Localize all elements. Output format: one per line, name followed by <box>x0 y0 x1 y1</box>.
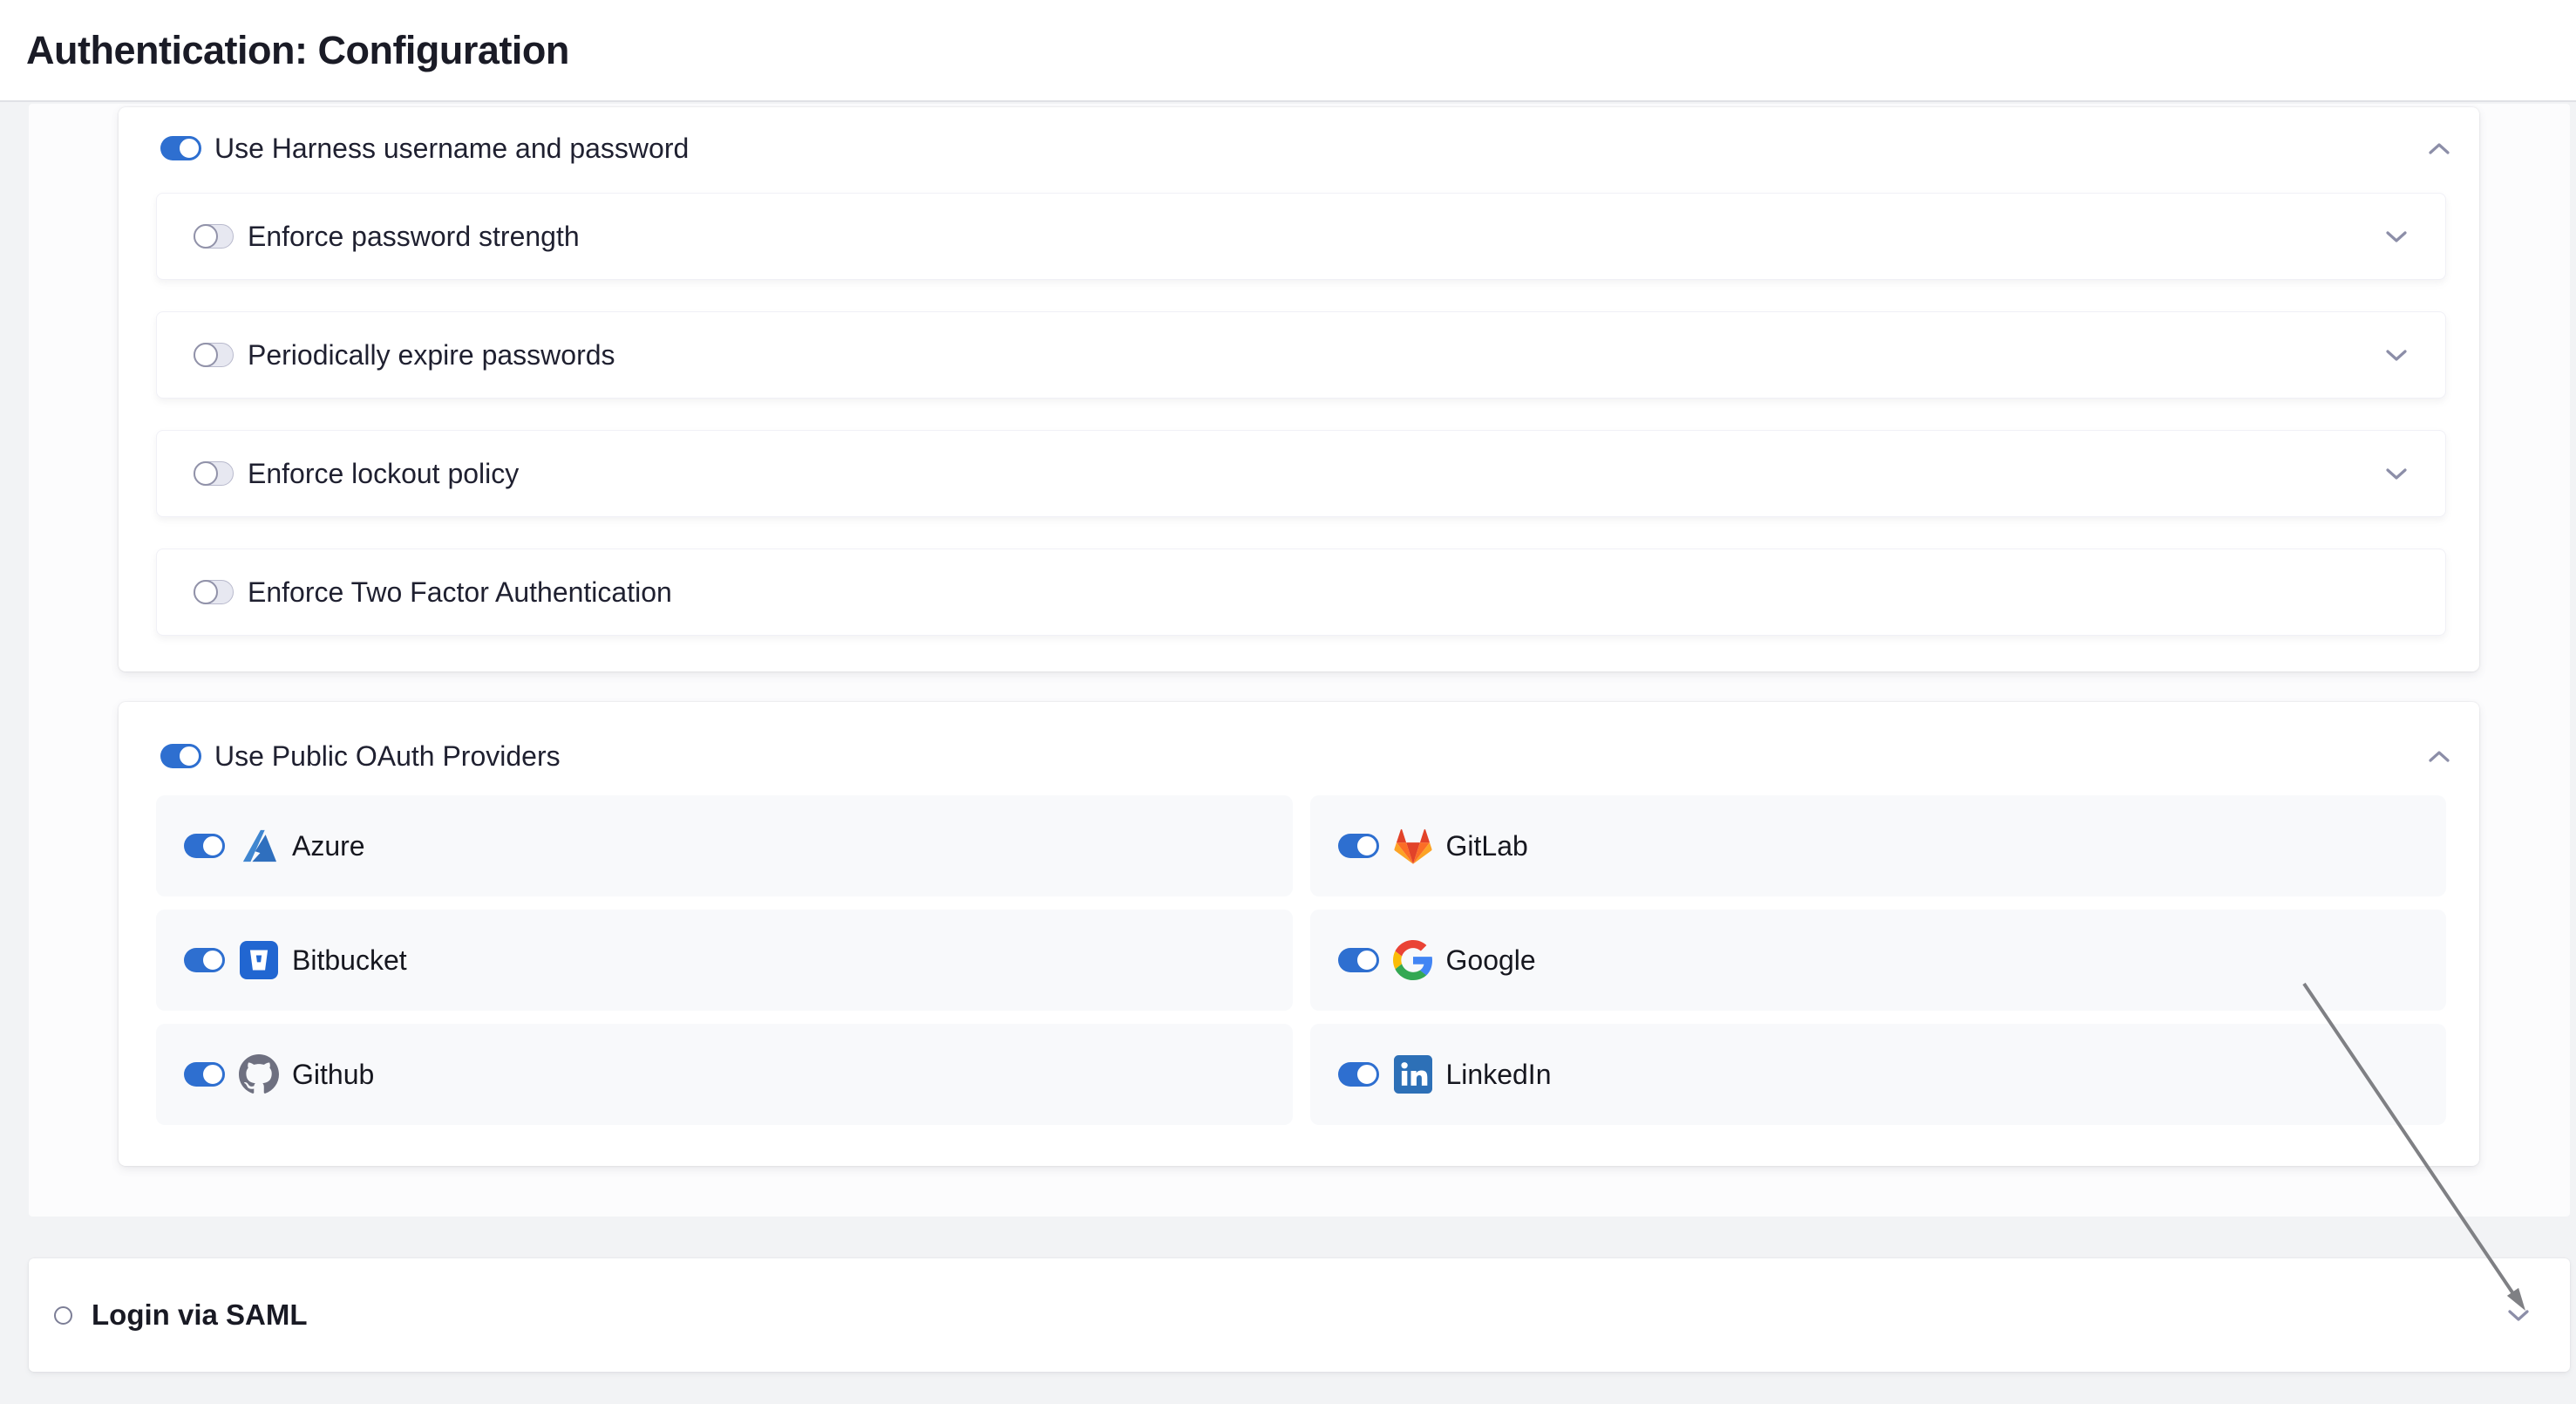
provider-name: Bitbucket <box>292 944 407 977</box>
expand-saml-icon[interactable] <box>2507 1309 2530 1322</box>
authentication-configuration-page: Authentication: Configuration Use Harnes… <box>0 0 2576 1404</box>
provider-name: LinkedIn <box>1446 1059 1552 1091</box>
provider-tile-linkedin: LinkedIn <box>1310 1024 2447 1125</box>
gitlab-toggle[interactable] <box>1338 834 1378 858</box>
oauth-header: Use Public OAuth Providers <box>160 744 2450 768</box>
auth-settings-panel: Use Harness username and password Enforc… <box>29 104 2570 1217</box>
option-label: Enforce password strength <box>248 221 580 253</box>
oauth-toggle[interactable] <box>160 744 201 768</box>
azure-icon <box>238 825 280 867</box>
azure-toggle[interactable] <box>184 834 224 858</box>
option-label: Enforce lockout policy <box>248 458 519 490</box>
provider-name: Github <box>292 1059 374 1091</box>
collapse-section-icon[interactable] <box>2428 750 2450 763</box>
option-label: Periodically expire passwords <box>248 339 615 371</box>
github-icon <box>238 1053 280 1095</box>
bitbucket-icon <box>238 939 280 981</box>
option-label: Enforce Two Factor Authentication <box>248 576 672 609</box>
provider-name: Azure <box>292 830 365 862</box>
lockout-policy-row[interactable]: Enforce lockout policy <box>156 430 2446 517</box>
enforce-password-strength-toggle[interactable] <box>194 224 234 249</box>
provider-tile-gitlab: GitLab <box>1310 795 2447 896</box>
two-factor-auth-row[interactable]: Enforce Two Factor Authentication <box>156 549 2446 636</box>
provider-tile-bitbucket: Bitbucket <box>156 910 1293 1011</box>
username-password-header: Use Harness username and password <box>160 136 2450 160</box>
provider-tile-azure: Azure <box>156 795 1293 896</box>
collapse-section-icon[interactable] <box>2428 142 2450 155</box>
page-title: Authentication: Configuration <box>26 28 569 73</box>
chevron-down-icon[interactable] <box>2385 230 2408 243</box>
username-password-toggle[interactable] <box>160 136 201 160</box>
gitlab-icon <box>1392 825 1434 867</box>
bitbucket-toggle[interactable] <box>184 948 224 972</box>
username-password-label: Use Harness username and password <box>214 133 689 165</box>
chevron-down-icon[interactable] <box>2385 467 2408 480</box>
provider-tile-google: Google <box>1310 910 2447 1011</box>
expire-passwords-toggle[interactable] <box>194 343 234 367</box>
oauth-label: Use Public OAuth Providers <box>214 740 561 773</box>
saml-radio[interactable] <box>54 1306 72 1325</box>
google-icon <box>1392 939 1434 981</box>
lockout-policy-toggle[interactable] <box>194 461 234 486</box>
provider-name: GitLab <box>1446 830 1528 862</box>
saml-section: Login via SAML <box>29 1258 2570 1372</box>
two-factor-auth-toggle[interactable] <box>194 580 234 604</box>
username-password-section: Use Harness username and password Enforc… <box>119 107 2479 671</box>
password-options-list: Enforce password strength Periodically e… <box>156 193 2446 636</box>
expire-passwords-row[interactable]: Periodically expire passwords <box>156 311 2446 399</box>
saml-label: Login via SAML <box>92 1298 308 1332</box>
oauth-provider-grid: Azure G <box>156 795 2446 1125</box>
google-toggle[interactable] <box>1338 948 1378 972</box>
github-toggle[interactable] <box>184 1062 224 1087</box>
provider-tile-github: Github <box>156 1024 1293 1125</box>
linkedin-toggle[interactable] <box>1338 1062 1378 1087</box>
chevron-down-icon[interactable] <box>2385 349 2408 362</box>
linkedin-icon <box>1392 1053 1434 1095</box>
page-header: Authentication: Configuration <box>0 0 2576 102</box>
oauth-section: Use Public OAuth Providers Azure <box>119 702 2479 1166</box>
enforce-password-strength-row[interactable]: Enforce password strength <box>156 193 2446 280</box>
provider-name: Google <box>1446 944 1536 977</box>
